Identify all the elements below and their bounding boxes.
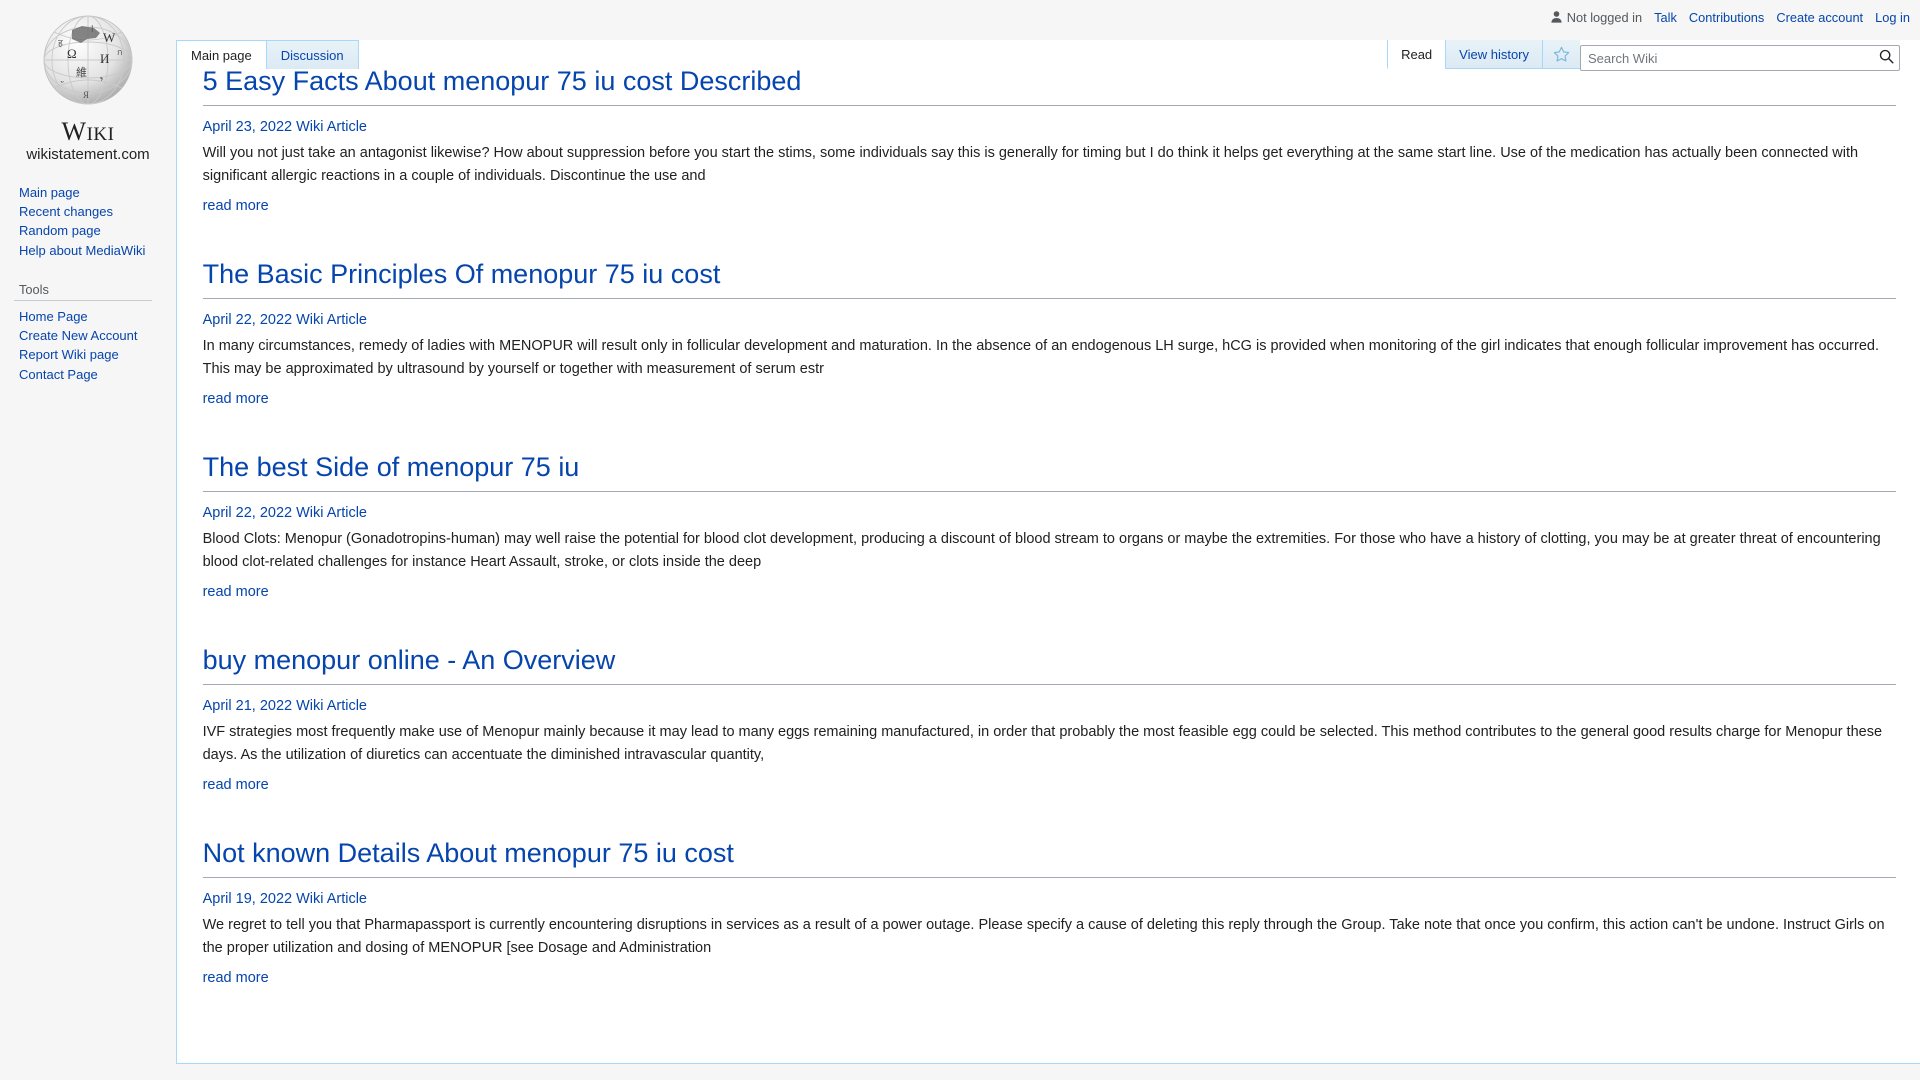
article-entry: 5 Easy Facts About menopur 75 iu cost De…	[202, 64, 1896, 215]
article-title-link[interactable]: buy menopur online - An Overview	[203, 645, 616, 675]
search-form	[1580, 45, 1900, 71]
search-input[interactable]	[1580, 45, 1900, 71]
site-tagline: wikistatement.com	[26, 146, 150, 164]
svg-text:ا: ا	[91, 24, 94, 34]
sidebar-link-help-about-mediawiki[interactable]: Help about MediaWiki	[14, 241, 176, 260]
sidebar-item-report-wiki-page[interactable]: Report Wiki page	[14, 346, 176, 365]
wordmark-initial: W	[61, 117, 87, 146]
article-title: Not known Details About menopur 75 iu co…	[202, 836, 1896, 879]
sidebar-navigation-list: Main page Recent changes Random page Hel…	[14, 183, 176, 260]
article-excerpt: Will you not just take an antagonist lik…	[202, 145, 1859, 184]
sidebar-item-contact-page[interactable]: Contact Page	[14, 365, 176, 384]
site-logo[interactable]: W Ω И 維 י ह ก ا ั Я WIKI wikistatement.c…	[0, 0, 176, 163]
sidebar-link-random-page[interactable]: Random page	[14, 222, 176, 241]
read-more-link[interactable]: read more	[203, 198, 269, 214]
sidebar-tools-list: Home Page Create New Account Report Wiki…	[14, 307, 176, 384]
tab-discussion[interactable]: Discussion	[266, 40, 359, 69]
logged-out-status: Not logged in	[1551, 10, 1642, 25]
article-excerpt: Blood Clots: Menopur (Gonadotropins-huma…	[202, 531, 1881, 570]
article-title-link[interactable]: The Basic Principles Of menopur 75 iu co…	[203, 259, 721, 289]
sidebar-link-recent-changes[interactable]: Recent changes	[14, 203, 176, 222]
article-title-link[interactable]: 5 Easy Facts About menopur 75 iu cost De…	[203, 66, 802, 96]
sidebar-item-recent-changes[interactable]: Recent changes	[14, 203, 176, 222]
article-title: The best Side of menopur 75 iu	[202, 450, 1896, 493]
sidebar-item-home-page[interactable]: Home Page	[14, 307, 176, 326]
star-icon	[1553, 46, 1570, 63]
article-entry: Not known Details About menopur 75 iu co…	[202, 836, 1896, 987]
content-area: 5 Easy Facts About menopur 75 iu cost De…	[176, 40, 1920, 1064]
user-link-create-account[interactable]: Create account	[1776, 10, 1863, 25]
article-title: buy menopur online - An Overview	[202, 643, 1896, 686]
article-meta: April 22, 2022 Wiki Article	[202, 312, 367, 329]
user-link-contributions[interactable]: Contributions	[1689, 10, 1764, 25]
tab-main-page[interactable]: Main page	[176, 40, 267, 69]
sidebar-item-random-page[interactable]: Random page	[14, 222, 176, 241]
article-title-link[interactable]: The best Side of menopur 75 iu	[203, 452, 580, 482]
sidebar-link-main-page[interactable]: Main page	[14, 183, 176, 202]
sidebar-panel: W Ω И 維 י ह ก ا ั Я WIKI wikistatement.c…	[0, 0, 176, 1080]
article-title-link[interactable]: Not known Details About menopur 75 iu co…	[203, 838, 734, 868]
svg-text:י: י	[100, 73, 103, 87]
article-excerpt: IVF strategies most frequently make use …	[202, 724, 1883, 763]
article-meta: April 23, 2022 Wiki Article	[202, 119, 367, 136]
read-more-link[interactable]: read more	[203, 584, 269, 600]
svg-text:ก: ก	[117, 47, 122, 57]
user-link-talk[interactable]: Talk	[1654, 10, 1677, 25]
svg-text:Ω: Ω	[67, 46, 77, 61]
user-navigation: Not logged in Talk Contributions Create …	[1551, 0, 1910, 26]
article-title: The Basic Principles Of menopur 75 iu co…	[202, 257, 1896, 300]
article-excerpt: We regret to tell you that Pharmapasspor…	[202, 917, 1885, 956]
article-excerpt: In many circumstances, remedy of ladies …	[202, 338, 1879, 377]
sidebar-item-help[interactable]: Help about MediaWiki	[14, 241, 176, 260]
article-meta: April 22, 2022 Wiki Article	[202, 505, 367, 522]
sidebar-link-report-wiki-page[interactable]: Report Wiki page	[14, 346, 176, 365]
sidebar-item-main-page[interactable]: Main page	[14, 183, 176, 202]
read-more-link[interactable]: read more	[203, 777, 269, 793]
wordmark-rest: IKI	[86, 124, 115, 145]
search-icon	[1879, 49, 1894, 67]
article-meta: April 19, 2022 Wiki Article	[202, 891, 367, 908]
svg-text:維: 維	[76, 66, 87, 79]
site-wordmark: WIKI	[0, 118, 176, 145]
user-avatar-icon	[1551, 11, 1562, 23]
sidebar-tools-portal: Tools Home Page Create New Account Repor…	[0, 282, 176, 384]
view-tabs: Read View history	[1387, 40, 1580, 69]
svg-text:W: W	[103, 30, 116, 45]
sidebar-link-home-page[interactable]: Home Page	[14, 307, 176, 326]
namespace-tabs: Main page Discussion	[176, 40, 359, 69]
sidebar-link-create-new-account[interactable]: Create New Account	[14, 327, 176, 346]
sidebar-tools-heading: Tools	[14, 282, 152, 302]
svg-text:ह: ह	[58, 38, 63, 48]
article-entry: The Basic Principles Of menopur 75 iu co…	[202, 257, 1896, 408]
read-more-link[interactable]: read more	[203, 391, 269, 407]
watch-star-button[interactable]	[1542, 40, 1580, 69]
article-entry: The best Side of menopur 75 iu April 22,…	[202, 450, 1896, 601]
svg-text:Я: Я	[83, 90, 89, 100]
search-button[interactable]	[1873, 46, 1899, 70]
svg-text:И: И	[100, 51, 109, 66]
logged-out-label: Not logged in	[1566, 9, 1643, 25]
read-more-link[interactable]: read more	[203, 970, 269, 986]
wiki-globe-icon: W Ω И 維 י ह ก ا ั Я	[43, 15, 133, 105]
article-meta: April 21, 2022 Wiki Article	[202, 698, 367, 715]
tab-view-history[interactable]: View history	[1445, 40, 1542, 69]
sidebar-navigation-portal: Main page Recent changes Random page Hel…	[0, 183, 176, 260]
sidebar-item-create-new-account[interactable]: Create New Account	[14, 327, 176, 346]
sidebar-link-contact-page[interactable]: Contact Page	[14, 365, 176, 384]
tab-read[interactable]: Read	[1387, 40, 1446, 69]
user-link-log-in[interactable]: Log in	[1875, 10, 1910, 25]
article-entry: buy menopur online - An Overview April 2…	[202, 643, 1896, 794]
